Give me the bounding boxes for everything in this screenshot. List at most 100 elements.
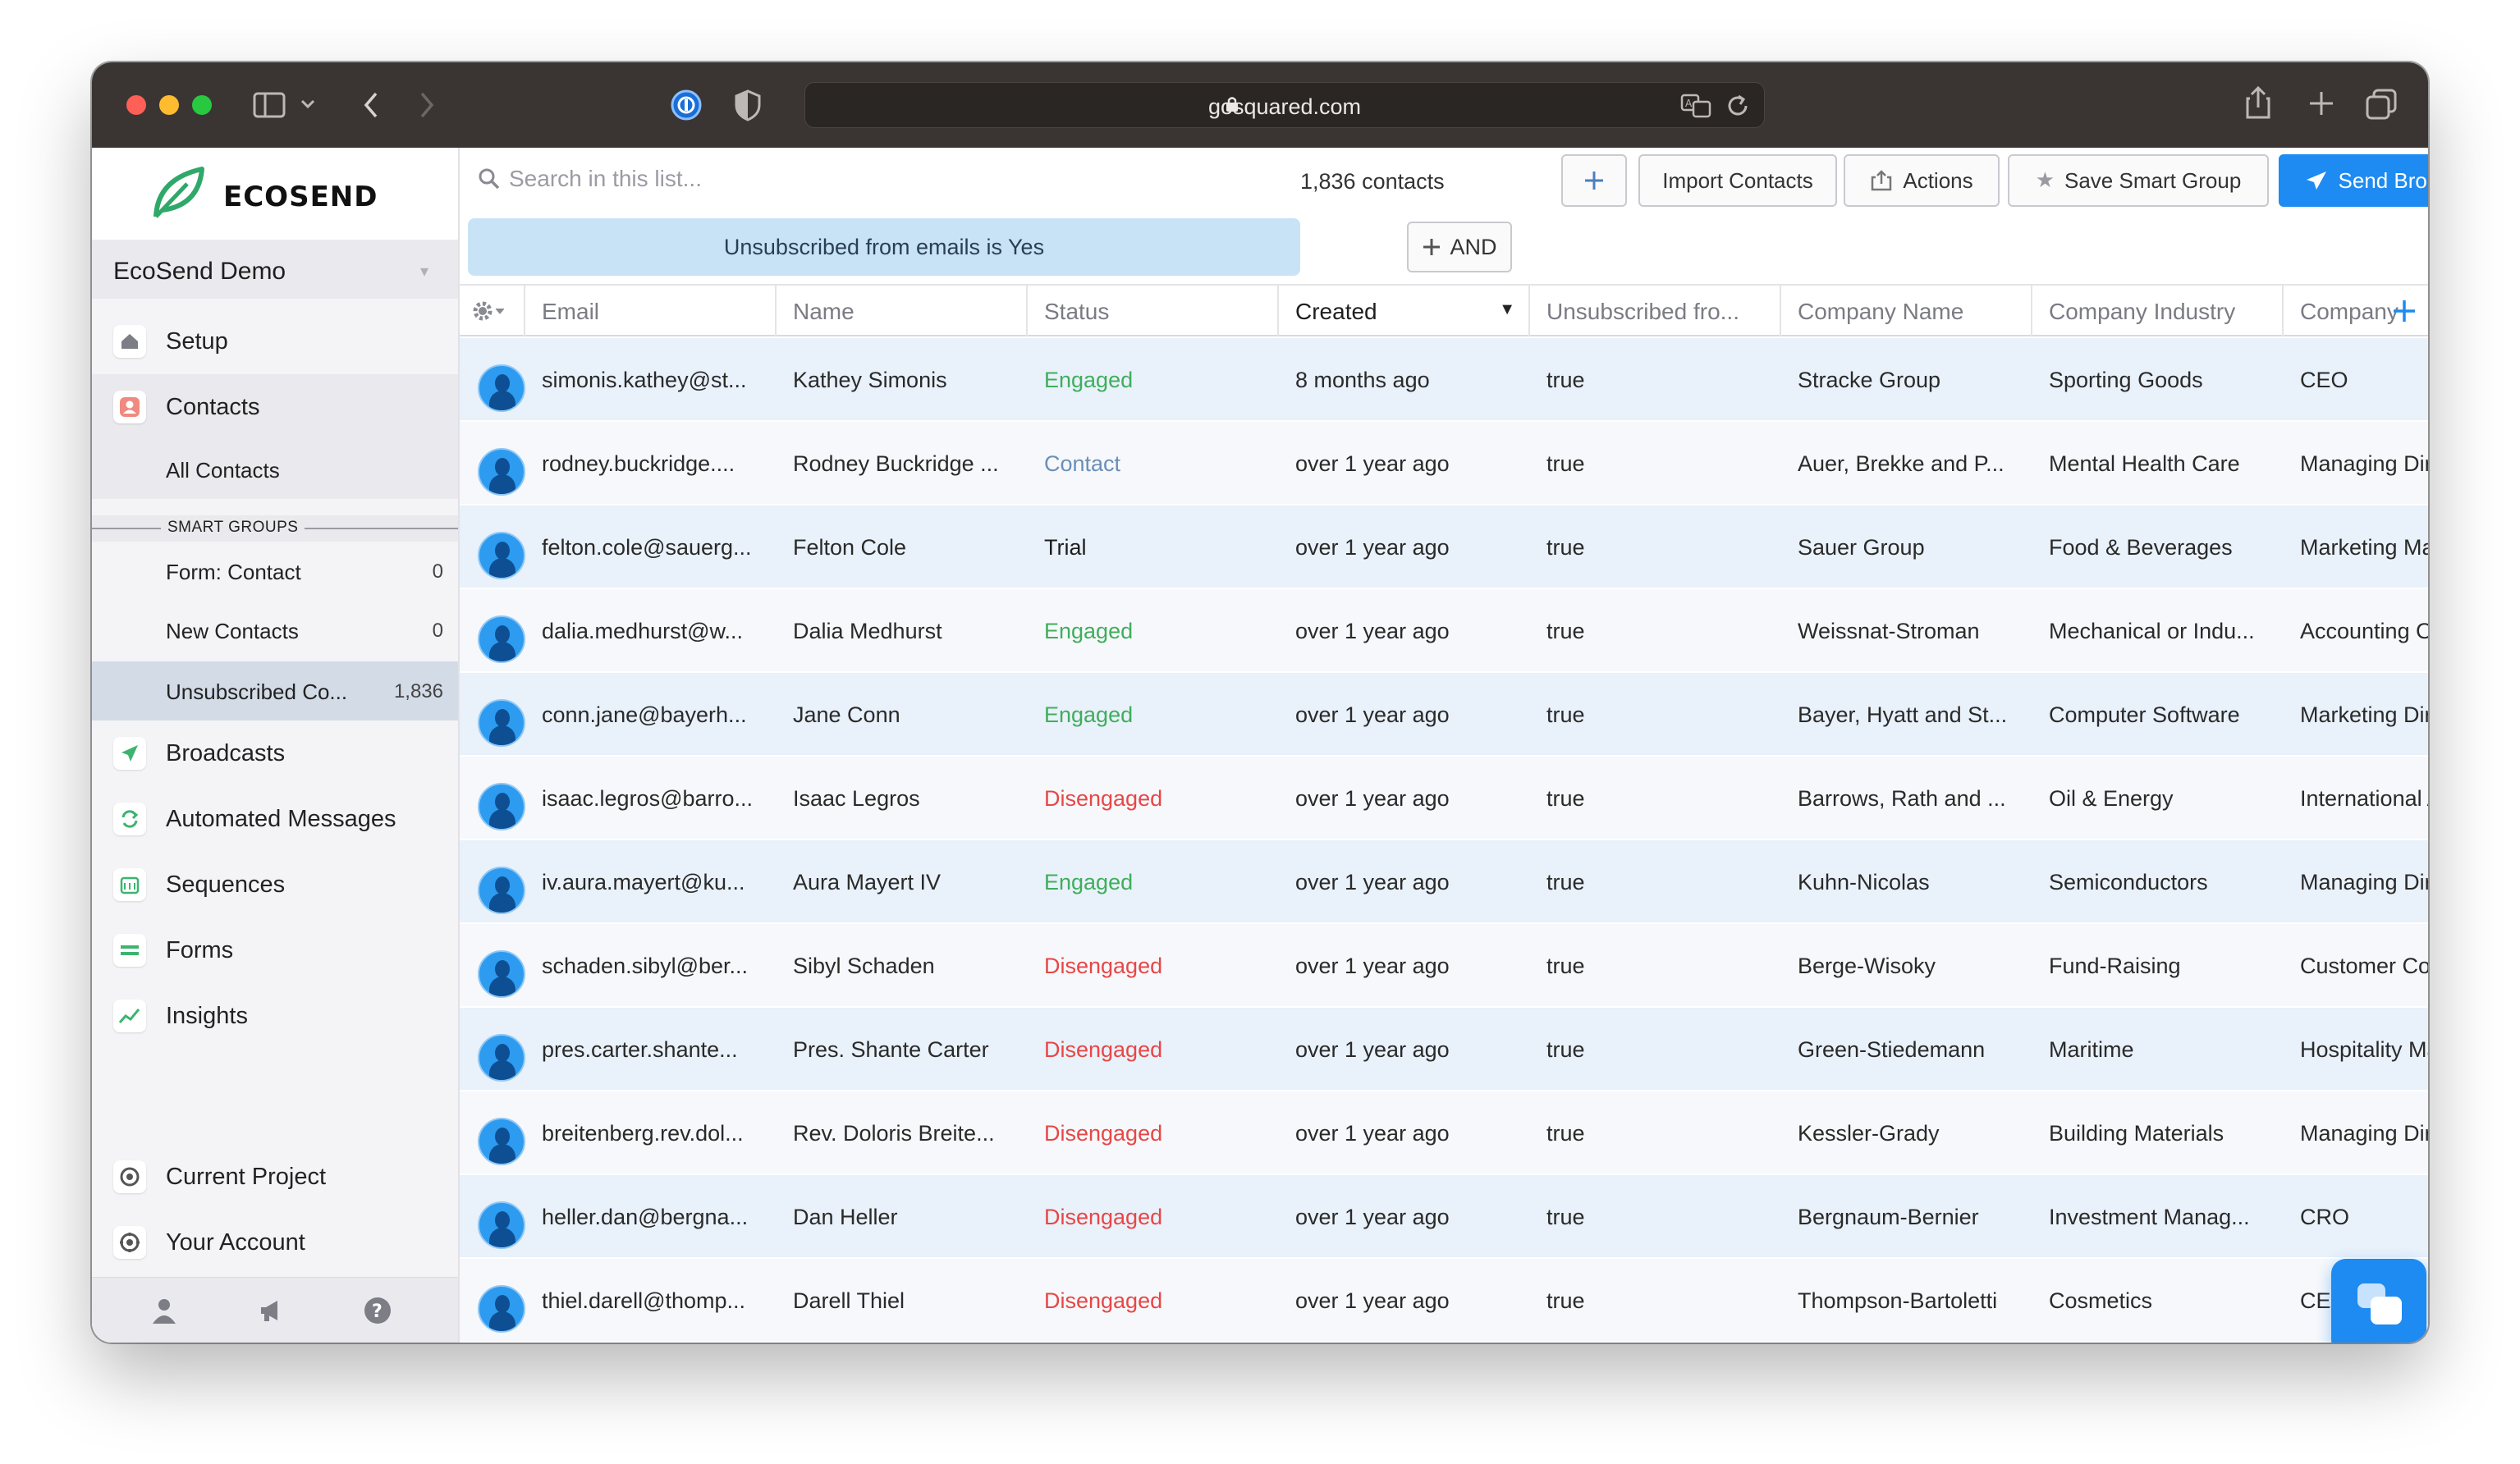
sidebar-item-insights[interactable]: Insights: [92, 983, 458, 1049]
table-row[interactable]: breitenberg.rev.dol... Rev. Doloris Breit…: [460, 1091, 2428, 1173]
chevron-down-icon[interactable]: [300, 98, 315, 110]
company-name-cell: Kuhn-Nicolas: [1798, 870, 1930, 894]
unsubscribed-cell: true: [1546, 368, 1585, 392]
smart-group-count: 1,836: [393, 680, 443, 702]
brand-name: ECOSEND: [223, 181, 378, 213]
send-icon: [113, 737, 146, 770]
smart-group-count: 0: [432, 620, 443, 642]
company-title-cell: Managing Directo: [2300, 870, 2428, 894]
chevron-down-icon: ▾: [419, 263, 428, 281]
status-cell: Disengaged: [1044, 1288, 1163, 1313]
smart-group-new-contacts[interactable]: New Contacts 0: [92, 601, 458, 660]
sidebar-item-all-contacts[interactable]: All Contacts: [92, 440, 458, 499]
sidebar-item-setup[interactable]: Setup: [92, 309, 458, 374]
add-contact-button[interactable]: [1561, 154, 1627, 207]
table-row[interactable]: simonis.kathey@st... Kathey Simonis Engage…: [460, 338, 2428, 420]
address-bar[interactable]: gosquared.com A: [804, 82, 1765, 128]
column-header-name[interactable]: Name: [777, 286, 1028, 336]
sidebar-item-broadcasts[interactable]: Broadcasts: [92, 721, 458, 786]
form-icon: [113, 934, 146, 967]
sidebar-item-current-project[interactable]: Current Project: [92, 1144, 458, 1210]
import-contacts-label: Import Contacts: [1662, 167, 1813, 193]
table-row[interactable]: isaac.legros@barro... Isaac Legros Disenga…: [460, 757, 2428, 839]
column-header-company-name[interactable]: Company Name: [1781, 286, 2032, 336]
tab-overview-icon[interactable]: [2366, 89, 2397, 120]
sidebar: ECOSEND EcoSend Demo ▾ Setup Contacts Al…: [92, 148, 460, 1343]
chat-widget-button[interactable]: [2331, 1259, 2426, 1343]
new-tab-icon[interactable]: [2308, 90, 2334, 117]
add-and-filter-button[interactable]: AND: [1407, 222, 1512, 272]
column-settings-button[interactable]: [460, 286, 525, 336]
name-cell: Kathey Simonis: [793, 368, 947, 392]
avatar-icon: [478, 615, 525, 663]
name-cell: Pres. Shante Carter: [793, 1037, 989, 1062]
chat-bubble-icon: [2371, 1297, 2402, 1324]
column-header-email[interactable]: Email: [525, 286, 777, 336]
sidebar-item-contacts[interactable]: Contacts: [92, 374, 458, 440]
unsubscribed-cell: true: [1546, 1037, 1585, 1062]
company-name-cell: Barrows, Rath and ...: [1798, 786, 2006, 811]
help-icon[interactable]: ?: [363, 1296, 392, 1325]
created-cell: over 1 year ago: [1295, 702, 1450, 727]
share-icon[interactable]: [2244, 85, 2272, 120]
actions-button[interactable]: Actions: [1844, 154, 2000, 207]
company-title-cell: Accounting Officer: [2300, 619, 2428, 643]
smart-group-unsubscribed-contacts[interactable]: Unsubscribed Co... 1,836: [92, 661, 458, 721]
table-row[interactable]: iv.aura.mayert@ku... Aura Mayert IV Engage…: [460, 840, 2428, 922]
search-input[interactable]: [509, 161, 919, 197]
company-title-cell: CRO: [2300, 1205, 2349, 1229]
forward-arrow-icon[interactable]: [419, 92, 435, 118]
name-cell: Dan Heller: [793, 1205, 898, 1229]
table-row[interactable]: pres.carter.shante... Pres. Shante Carter…: [460, 1008, 2428, 1090]
back-arrow-icon[interactable]: [363, 92, 379, 118]
column-header-company-industry[interactable]: Company Industry: [2032, 286, 2284, 336]
zoom-window-button[interactable]: [192, 95, 212, 115]
column-header-created[interactable]: Created ▼: [1279, 286, 1530, 336]
close-window-button[interactable]: [126, 95, 146, 115]
password-manager-icon[interactable]: [670, 89, 703, 121]
sidebar-toggle-icon[interactable]: [253, 92, 286, 118]
sort-caret-icon[interactable]: ▼: [1499, 300, 1515, 319]
created-cell: over 1 year ago: [1295, 1288, 1450, 1313]
sidebar-item-sequences[interactable]: Sequences: [92, 852, 458, 917]
status-cell: Disengaged: [1044, 786, 1163, 811]
company-name-cell: Kessler-Grady: [1798, 1121, 1940, 1146]
company-name-cell: Thompson-Bartoletti: [1798, 1288, 1998, 1313]
user-icon[interactable]: [149, 1296, 179, 1325]
column-header-unsubscribed[interactable]: Unsubscribed fro...: [1530, 286, 1781, 336]
company-industry-cell: Cosmetics: [2049, 1288, 2153, 1313]
company-name-cell: Bergnaum-Bernier: [1798, 1205, 1979, 1229]
plus-icon: [1423, 239, 1441, 255]
save-smart-group-button[interactable]: ★ Save Smart Group: [2008, 154, 2269, 207]
minimize-window-button[interactable]: [159, 95, 179, 115]
status-cell: Engaged: [1044, 702, 1134, 727]
filter-chip[interactable]: Unsubscribed from emails is Yes: [468, 218, 1300, 276]
sidebar-item-label: Contacts: [166, 394, 260, 420]
email-cell: thiel.darell@thomp...: [542, 1288, 746, 1313]
name-cell: Dalia Medhurst: [793, 619, 942, 643]
table-row[interactable]: thiel.darell@thomp... Darell Thiel Disenga…: [460, 1259, 2428, 1341]
import-contacts-button[interactable]: Import Contacts: [1638, 154, 1837, 207]
table-row[interactable]: schaden.sibyl@ber... Sibyl Schaden Disenga…: [460, 924, 2428, 1006]
table-row[interactable]: dalia.medhurst@w... Dalia Medhurst Engaged…: [460, 589, 2428, 671]
table-row[interactable]: rodney.buckridge.... Rodney Buckridge ...…: [460, 422, 2428, 504]
sidebar-item-your-account[interactable]: Your Account: [92, 1210, 458, 1275]
sidebar-item-forms[interactable]: Forms: [92, 917, 458, 983]
privacy-shield-icon[interactable]: [734, 89, 762, 121]
smart-group-form-contact[interactable]: Form: Contact 0: [92, 542, 458, 601]
reload-icon[interactable]: [1726, 93, 1751, 119]
table-row[interactable]: conn.jane@bayerh... Jane Conn Engaged over …: [460, 673, 2428, 755]
company-title-cell: Managing Directo: [2300, 1121, 2428, 1146]
megaphone-icon[interactable]: [256, 1296, 286, 1325]
send-broadcast-button[interactable]: Send Broadcast: [2279, 154, 2428, 207]
company-industry-cell: Mechanical or Indu...: [2049, 619, 2255, 643]
table-row[interactable]: felton.cole@sauerg... Felton Cole Trial ove…: [460, 506, 2428, 588]
brand-logo[interactable]: ECOSEND: [92, 148, 458, 240]
table-row[interactable]: heller.dan@bergna... Dan Heller Disengaged…: [460, 1175, 2428, 1257]
and-label: AND: [1450, 234, 1497, 259]
project-switcher[interactable]: EcoSend Demo ▾: [92, 240, 458, 299]
sidebar-item-automated-messages[interactable]: Automated Messages: [92, 786, 458, 852]
add-column-icon[interactable]: [2392, 299, 2417, 323]
translate-icon[interactable]: A: [1680, 93, 1713, 119]
column-header-status[interactable]: Status: [1028, 286, 1279, 336]
